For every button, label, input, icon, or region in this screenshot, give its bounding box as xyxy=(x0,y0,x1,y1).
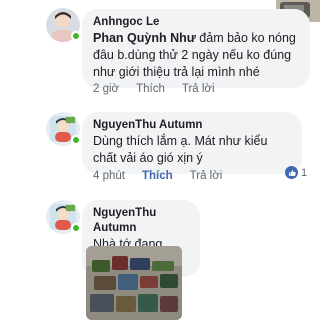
comment-2: NguyenThu Autumn Dùng thích lắm ạ. Mát n… xyxy=(0,100,320,190)
online-status-dot xyxy=(71,223,81,233)
mention-link[interactable]: Phan Quỳnh Như xyxy=(93,31,196,45)
attached-photo[interactable] xyxy=(86,246,182,320)
comment-author[interactable]: NguyenThu Autumn xyxy=(93,206,189,236)
avatar-nguyenthu-autumn[interactable] xyxy=(46,200,81,234)
comment-text: Dùng thích lắm ạ. Mát như kiểu chất vải … xyxy=(93,134,268,165)
comment-timestamp[interactable]: 2 giờ xyxy=(93,83,119,95)
comment-text: Phan Quỳnh Như đảm bảo ko nóng đâu b.dùn… xyxy=(93,30,299,81)
reaction-count: 1 xyxy=(301,166,308,179)
like-button[interactable]: Thích xyxy=(136,83,165,95)
online-status-dot xyxy=(71,135,81,145)
reply-button[interactable]: Trả lời xyxy=(182,83,215,95)
comment-bubble: NguyenThu Autumn Dùng thích lắm ạ. Mát n… xyxy=(82,112,302,174)
reply-button[interactable]: Trả lời xyxy=(190,170,223,182)
comment-author[interactable]: NguyenThu Autumn xyxy=(93,118,291,133)
avatar-nguyenthu-autumn[interactable] xyxy=(46,112,81,146)
like-button[interactable]: Thích xyxy=(142,170,173,182)
comment-actions: 2 giờ Thích Trả lời xyxy=(93,83,215,95)
comment-actions: 4 phút Thích Trả lời xyxy=(93,170,222,182)
comment-author[interactable]: Anhngoc Le xyxy=(93,15,299,30)
comment-timestamp[interactable]: 4 phút xyxy=(93,170,125,182)
thumbs-up-icon xyxy=(285,166,298,179)
comment-bubble: Anhngoc Le Phan Quỳnh Như đảm bảo ko nón… xyxy=(82,9,310,88)
reaction-summary[interactable]: 1 xyxy=(285,166,307,179)
avatar-anhngoc-le[interactable] xyxy=(46,8,81,42)
comment-1: Anhngoc Le Phan Quỳnh Như đảm bảo ko nón… xyxy=(0,0,320,100)
online-status-dot xyxy=(71,31,81,41)
